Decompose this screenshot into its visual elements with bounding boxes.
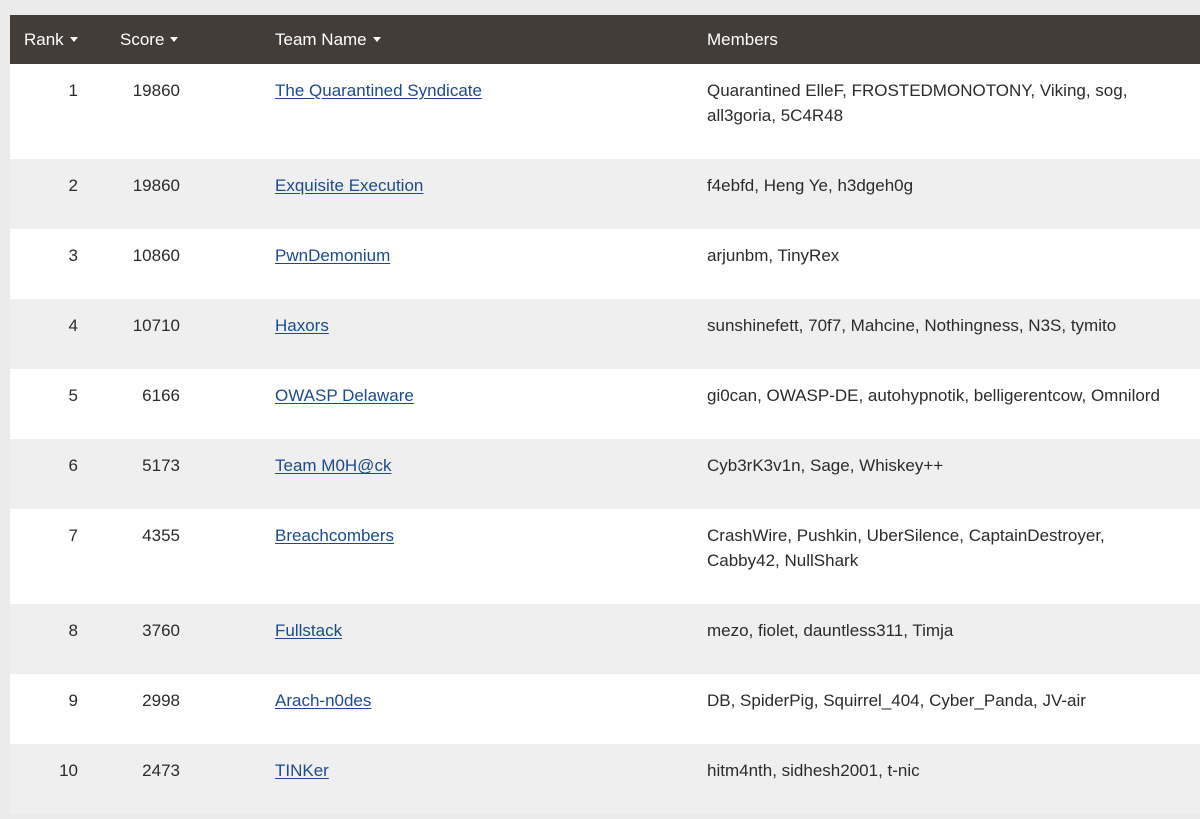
members-line: gi0can, OWASP-DE, autohypnotik, belliger… — [707, 386, 1160, 405]
table-row: 7 4355 Breachcombers CrashWire, Pushkin, Ub… — [10, 509, 1200, 604]
members-column-header: Members — [707, 15, 778, 64]
members-line: Quarantined ElleF, FROSTEDMONOTONY, Viki… — [707, 81, 1128, 100]
members-line: Cabby42, NullShark — [707, 551, 859, 570]
table-row: 4 10710 Haxors sunshinefett, 70f7, Mahcine,… — [10, 299, 1200, 369]
table-row: 5 6166 OWASP Delaware gi0can, OWASP-DE, aut… — [10, 369, 1200, 439]
team-name-cell: Breachcombers — [275, 523, 394, 548]
table-row: 10 2473 TINKer hitm4nth, sidhesh2001, t-nic — [10, 744, 1200, 814]
rank-cell: 7 — [68, 526, 78, 545]
team-name-cell: Fullstack — [275, 618, 342, 643]
rank-cell: 6 — [68, 456, 78, 475]
members-line: f4ebfd, Heng Ye, h3dgeh0g — [707, 176, 914, 195]
team-link[interactable]: Breachcombers — [275, 526, 394, 545]
sort-caret-icon[interactable] — [170, 37, 179, 43]
rank-cell: 8 — [68, 621, 78, 640]
team-name-cell: Team M0H@ck — [275, 453, 391, 478]
team-name-cell: OWASP Delaware — [275, 383, 414, 408]
members-cell: Quarantined ElleF, FROSTEDMONOTONY, Viki… — [707, 78, 1177, 128]
team-link[interactable]: PwnDemonium — [275, 246, 390, 265]
members-line: all3goria, 5C4R48 — [707, 106, 844, 125]
rank-cell: 4 — [68, 316, 78, 335]
score-cell: 10860 — [132, 246, 180, 265]
score-cell: 2998 — [142, 691, 180, 710]
table-row: 6 5173 Team M0H@ck Cyb3rK3v1n, Sage, Whiske… — [10, 439, 1200, 509]
team-name-cell: The Quarantined Syndicate — [275, 78, 482, 103]
rank-cell: 2 — [68, 176, 78, 195]
members-line: arjunbm, TinyRex — [707, 246, 840, 265]
members-cell: hitm4nth, sidhesh2001, t-nic — [707, 758, 1177, 783]
rank-cell: 9 — [68, 691, 78, 710]
members-line: mezo, fiolet, dauntless311, Timja — [707, 621, 954, 640]
team-link[interactable]: Haxors — [275, 316, 329, 335]
page: Rank Score Team Name Members 1 19860 The Q… — [0, 0, 1200, 819]
score-cell: 3760 — [142, 621, 180, 640]
table-header: Rank Score Team Name Members — [10, 15, 1200, 64]
members-cell: gi0can, OWASP-DE, autohypnotik, belliger… — [707, 383, 1177, 408]
team-name-cell: Exquisite Execution — [275, 173, 423, 198]
members-line: CrashWire, Pushkin, UberSilence, Captain… — [707, 526, 1105, 545]
members-cell: Cyb3rK3v1n, Sage, Whiskey++ — [707, 453, 1177, 478]
team-link[interactable]: TINKer — [275, 761, 329, 780]
score-cell: 6166 — [142, 386, 180, 405]
score-cell: 19860 — [132, 176, 180, 195]
score-cell: 5173 — [142, 456, 180, 475]
team-name-cell: Haxors — [275, 313, 329, 338]
team-name-header-label: Team Name — [275, 30, 367, 49]
rank-cell: 1 — [68, 81, 78, 100]
team-name-cell: PwnDemonium — [275, 243, 390, 268]
members-cell: DB, SpiderPig, Squirrel_404, Cyber_Panda… — [707, 688, 1177, 713]
team-link[interactable]: Team M0H@ck — [275, 456, 391, 475]
members-cell: arjunbm, TinyRex — [707, 243, 1177, 268]
team-link[interactable]: OWASP Delaware — [275, 386, 414, 405]
score-cell: 4355 — [142, 526, 180, 545]
score-cell: 2473 — [142, 761, 180, 780]
members-line: Cyb3rK3v1n, Sage, Whiskey++ — [707, 456, 944, 475]
team-link[interactable]: Fullstack — [275, 621, 342, 640]
rank-column-header[interactable]: Rank — [24, 15, 78, 64]
team-link[interactable]: Arach-n0des — [275, 691, 371, 710]
members-header-label: Members — [707, 30, 778, 49]
members-cell: CrashWire, Pushkin, UberSilence, Captain… — [707, 523, 1177, 573]
team-name-cell: TINKer — [275, 758, 329, 783]
rank-cell: 5 — [68, 386, 78, 405]
team-name-column-header[interactable]: Team Name — [275, 15, 381, 64]
table-row: 9 2998 Arach-n0des DB, SpiderPig, Squirrel_… — [10, 674, 1200, 744]
table-row: 2 19860 Exquisite Execution f4ebfd, Heng Ye… — [10, 159, 1200, 229]
table-row: 8 3760 Fullstack mezo, fiolet, dauntless311… — [10, 604, 1200, 674]
members-line: hitm4nth, sidhesh2001, t-nic — [707, 761, 920, 780]
score-cell: 19860 — [132, 81, 180, 100]
members-cell: sunshinefett, 70f7, Mahcine, Nothingness… — [707, 313, 1177, 338]
score-cell: 10710 — [132, 316, 180, 335]
rank-cell: 3 — [68, 246, 78, 265]
sort-caret-icon[interactable] — [69, 37, 78, 43]
members-line: sunshinefett, 70f7, Mahcine, Nothingness… — [707, 316, 1117, 335]
score-header-label: Score — [120, 30, 165, 49]
members-cell: f4ebfd, Heng Ye, h3dgeh0g — [707, 173, 1177, 198]
team-name-cell: Arach-n0des — [275, 688, 371, 713]
team-link[interactable]: The Quarantined Syndicate — [275, 81, 482, 100]
members-line: DB, SpiderPig, Squirrel_404, Cyber_Panda… — [707, 691, 1086, 710]
score-column-header[interactable]: Score — [120, 15, 179, 64]
team-link[interactable]: Exquisite Execution — [275, 176, 423, 195]
table-body: 1 19860 The Quarantined Syndicate Quarantin… — [10, 64, 1200, 814]
table-row: 1 19860 The Quarantined Syndicate Quarantin… — [10, 64, 1200, 159]
scoreboard-table: Rank Score Team Name Members 1 19860 The Q… — [10, 15, 1200, 814]
rank-header-label: Rank — [24, 30, 64, 49]
rank-cell: 10 — [59, 761, 78, 780]
table-row: 3 10860 PwnDemonium arjunbm, TinyRex — [10, 229, 1200, 299]
sort-caret-icon[interactable] — [372, 37, 381, 43]
members-cell: mezo, fiolet, dauntless311, Timja — [707, 618, 1177, 643]
